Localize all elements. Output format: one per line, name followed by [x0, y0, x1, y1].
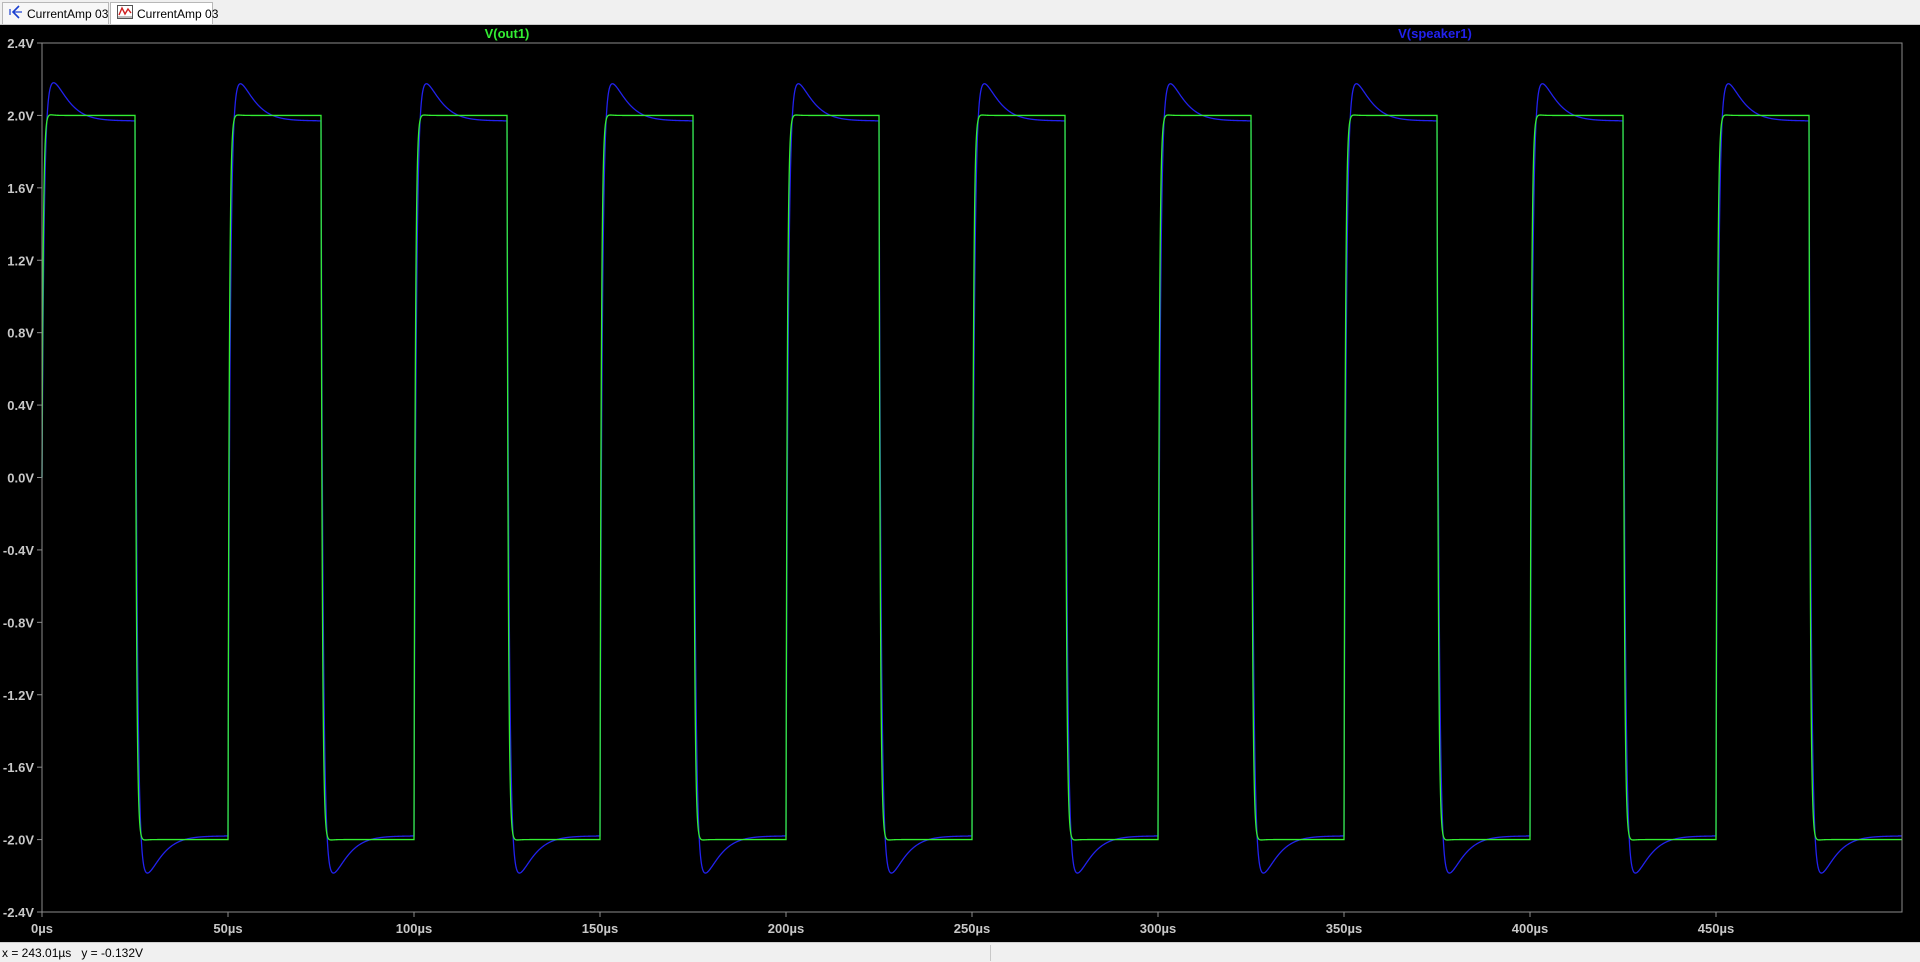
tab-waveform-label: CurrentAmp 03	[137, 6, 219, 21]
series-label-out1[interactable]: V(out1)	[485, 26, 530, 41]
plot-pane[interactable]: 2.4V 2.0V 1.6V 1.2V 0.8V 0.4V 0.0V -0.4V -0.8V -1…	[0, 25, 1920, 942]
y-tick-label: -0.4V	[3, 543, 34, 558]
cursor-x-readout: x = 243.01µs	[2, 946, 72, 960]
x-tick-label: 200µs	[768, 921, 804, 936]
tab-bar: CurrentAmp 03 CurrentAmp 03	[0, 0, 1920, 25]
x-tick-label: 450µs	[1698, 921, 1734, 936]
tab-waveform[interactable]: CurrentAmp 03	[110, 2, 218, 24]
x-tick-label: 300µs	[1140, 921, 1176, 936]
status-bar: x = 243.01µs y = -0.132V	[0, 942, 1920, 962]
series-label-speaker1[interactable]: V(speaker1)	[1398, 26, 1472, 41]
x-tick-label: 0µs	[31, 921, 53, 936]
cursor-y-readout: y = -0.132V	[81, 946, 144, 960]
y-tick-label: 2.0V	[7, 108, 34, 123]
chart-background	[0, 25, 1920, 942]
x-tick-label: 150µs	[582, 921, 618, 936]
y-tick-label: -1.2V	[3, 688, 34, 703]
y-tick-label: -1.6V	[3, 760, 34, 775]
status-divider	[990, 945, 991, 961]
cursor-readout: x = 243.01µs y = -0.132V	[2, 946, 143, 960]
y-tick-label: 1.6V	[7, 181, 34, 196]
y-tick-label: -0.8V	[3, 615, 34, 630]
x-tick-label: 100µs	[396, 921, 432, 936]
waveform-icon	[117, 5, 133, 22]
y-tick-label: 1.2V	[7, 253, 34, 268]
y-tick-label: 0.8V	[7, 326, 34, 341]
y-tick-label: 2.4V	[7, 36, 34, 51]
x-tick-label: 350µs	[1326, 921, 1362, 936]
x-tick-label: 250µs	[954, 921, 990, 936]
tab-schematic[interactable]: CurrentAmp 03	[2, 2, 109, 24]
y-tick-label: -2.0V	[3, 833, 34, 848]
schematic-icon	[9, 5, 23, 22]
y-tick-label: 0.0V	[7, 471, 34, 486]
y-tick-label: 0.4V	[7, 398, 34, 413]
x-tick-label: 400µs	[1512, 921, 1548, 936]
x-tick-label: 50µs	[213, 921, 242, 936]
tab-schematic-label: CurrentAmp 03	[27, 6, 109, 21]
waveform-viewer-window: CurrentAmp 03 CurrentAmp 03 2.4V 2.0V 1.6V…	[0, 0, 1920, 962]
y-tick-label: -2.4V	[3, 905, 34, 920]
waveform-chart[interactable]: 2.4V 2.0V 1.6V 1.2V 0.8V 0.4V 0.0V -0.4V -0.8V -1…	[0, 25, 1920, 942]
